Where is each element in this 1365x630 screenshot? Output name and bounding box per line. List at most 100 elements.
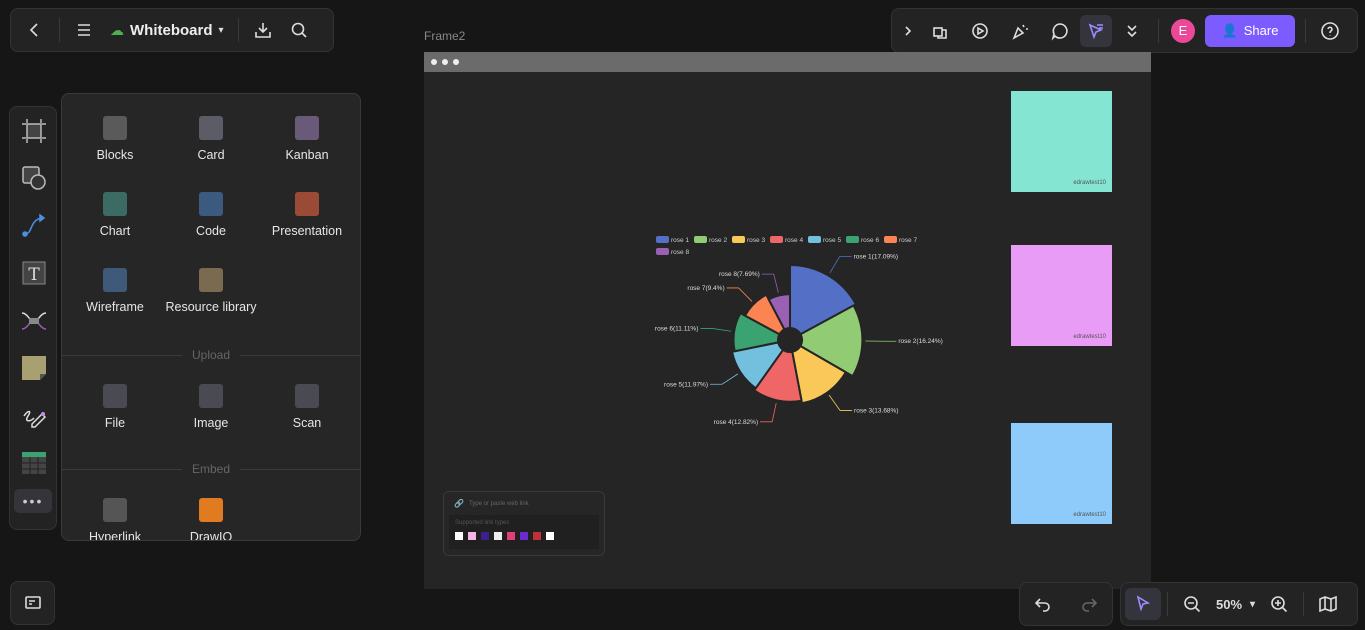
- template-icon[interactable]: [920, 15, 960, 47]
- web-link-embed: 🔗 Type or paste web link Supported link …: [443, 491, 605, 556]
- insert-item-hyperlink[interactable]: Hyperlink: [67, 490, 163, 541]
- download-icon[interactable]: [245, 14, 281, 46]
- insert-panel: Blocks Card Kanban Chart Code Presentation Wir…: [61, 93, 361, 541]
- insert-item-wireframe[interactable]: Wireframe: [67, 260, 163, 336]
- share-button[interactable]: 👤 Share: [1205, 14, 1295, 47]
- insert-item-blocks[interactable]: Blocks: [67, 108, 163, 184]
- connector-tool-icon[interactable]: [10, 202, 58, 250]
- frame-tool-icon[interactable]: [10, 107, 58, 155]
- zoom-out-icon[interactable]: [1174, 588, 1210, 620]
- link-type-icon: [520, 532, 528, 540]
- supported-types-label: Supported link types: [455, 520, 510, 526]
- sticky-note[interactable]: edrawtest10: [1011, 245, 1112, 346]
- select-tool-icon[interactable]: [1125, 588, 1161, 620]
- insert-item-label: Resource library: [165, 300, 257, 314]
- insert-item-code[interactable]: Code: [163, 184, 259, 260]
- slice-label: rose 4(12.82%): [714, 419, 758, 426]
- sticky-note-tool-icon[interactable]: [10, 345, 58, 393]
- frame-label[interactable]: Frame2: [424, 29, 465, 43]
- chart-icon: [103, 192, 127, 216]
- drawio-icon: [199, 498, 223, 522]
- upload-section-divider: Upload: [62, 344, 360, 366]
- insert-item-card[interactable]: Card: [163, 108, 259, 184]
- scan-icon: [295, 384, 319, 408]
- legend-swatch[interactable]: [770, 236, 783, 243]
- link-type-icon: [494, 532, 502, 540]
- slice-label: rose 3(13.68%): [854, 407, 898, 414]
- zoom-in-icon[interactable]: [1261, 588, 1297, 620]
- insert-item-file[interactable]: File: [67, 376, 163, 452]
- search-icon[interactable]: [281, 14, 317, 46]
- celebrate-icon[interactable]: [1000, 15, 1040, 47]
- legend-label[interactable]: rose 2: [709, 237, 727, 244]
- legend-swatch[interactable]: [656, 248, 669, 255]
- legend-swatch[interactable]: [656, 236, 669, 243]
- resource-library-icon: [199, 268, 223, 292]
- legend-swatch[interactable]: [846, 236, 859, 243]
- insert-item-label: Wireframe: [86, 300, 144, 314]
- slice-label: rose 8(7.69%): [719, 271, 760, 278]
- avatar[interactable]: E: [1171, 18, 1195, 43]
- more-tools-button[interactable]: •••: [14, 489, 52, 513]
- hyperlink-icon: [103, 498, 127, 522]
- zoom-level-dropdown[interactable]: 50% ▾: [1210, 597, 1261, 612]
- mindmap-tool-icon[interactable]: [10, 297, 58, 345]
- table-tool-icon[interactable]: [10, 440, 58, 488]
- play-icon[interactable]: [960, 15, 1000, 47]
- insert-item-label: Kanban: [285, 148, 329, 162]
- map-icon[interactable]: [1310, 588, 1346, 620]
- help-icon[interactable]: [1312, 15, 1348, 47]
- top-right-toolbar: E 👤 Share: [891, 8, 1358, 53]
- legend-swatch[interactable]: [808, 236, 821, 243]
- slice-label: rose 5(11.97%): [664, 381, 708, 388]
- legend-label[interactable]: rose 1: [671, 237, 689, 244]
- frame-header: [424, 52, 1151, 72]
- legend-label[interactable]: rose 6: [861, 237, 879, 244]
- insert-item-chart[interactable]: Chart: [67, 184, 163, 260]
- title-button[interactable]: ☁ Whiteboard ▾: [102, 22, 232, 39]
- label-leader-line: [710, 373, 739, 385]
- insert-item-label: Card: [197, 148, 225, 162]
- pen-tool-icon[interactable]: [10, 392, 58, 440]
- legend-swatch[interactable]: [732, 236, 745, 243]
- shape-tool-icon[interactable]: [10, 155, 58, 203]
- frame[interactable]: rose 1 rose 2 rose 3 rose 4 rose 5 rose 6 rose…: [424, 52, 1151, 589]
- undo-icon[interactable]: [1025, 588, 1061, 620]
- menu-icon[interactable]: [66, 14, 102, 46]
- text-tool-icon[interactable]: T: [10, 250, 58, 298]
- insert-item-resource-library[interactable]: Resource library: [163, 260, 259, 336]
- code-icon: [199, 192, 223, 216]
- link-input[interactable]: Type or paste web link: [469, 501, 529, 507]
- legend-label[interactable]: rose 8: [671, 249, 689, 256]
- chevron-right-icon[interactable]: [896, 15, 920, 47]
- insert-item-presentation[interactable]: Presentation: [259, 184, 355, 260]
- legend-label[interactable]: rose 3: [747, 237, 765, 244]
- laser-pointer-icon[interactable]: [1080, 14, 1112, 47]
- link-type-icon: [481, 532, 489, 540]
- legend-swatch[interactable]: [694, 236, 707, 243]
- back-icon[interactable]: [17, 14, 53, 46]
- insert-item-image[interactable]: Image: [163, 376, 259, 452]
- insert-item-scan[interactable]: Scan: [259, 376, 355, 452]
- slice-label: rose 1(17.09%): [854, 254, 898, 261]
- link-type-icon: [546, 532, 554, 540]
- chevron-down-icon: ▾: [1250, 598, 1256, 610]
- insert-item-label: Hyperlink: [88, 530, 142, 541]
- legend-label[interactable]: rose 7: [899, 237, 917, 244]
- comment-icon[interactable]: [1040, 15, 1080, 47]
- sticky-note[interactable]: edrawtest10: [1011, 91, 1112, 192]
- legend-label[interactable]: rose 5: [823, 237, 841, 244]
- redo-icon[interactable]: [1071, 588, 1107, 620]
- insert-item-kanban[interactable]: Kanban: [259, 108, 355, 184]
- minimap-button[interactable]: [10, 581, 55, 625]
- insert-item-drawio[interactable]: DrawIO: [163, 490, 259, 540]
- link-type-icon: [507, 532, 515, 540]
- chevron-down-icon: ▾: [218, 24, 224, 36]
- insert-item-label: Code: [196, 224, 226, 238]
- tool-rail: T •••: [9, 106, 57, 530]
- legend-label[interactable]: rose 4: [785, 237, 803, 244]
- sticky-note[interactable]: edrawtest10: [1011, 423, 1112, 524]
- more-icon[interactable]: [1112, 15, 1152, 47]
- blocks-icon: [103, 116, 127, 140]
- legend-swatch[interactable]: [884, 236, 897, 243]
